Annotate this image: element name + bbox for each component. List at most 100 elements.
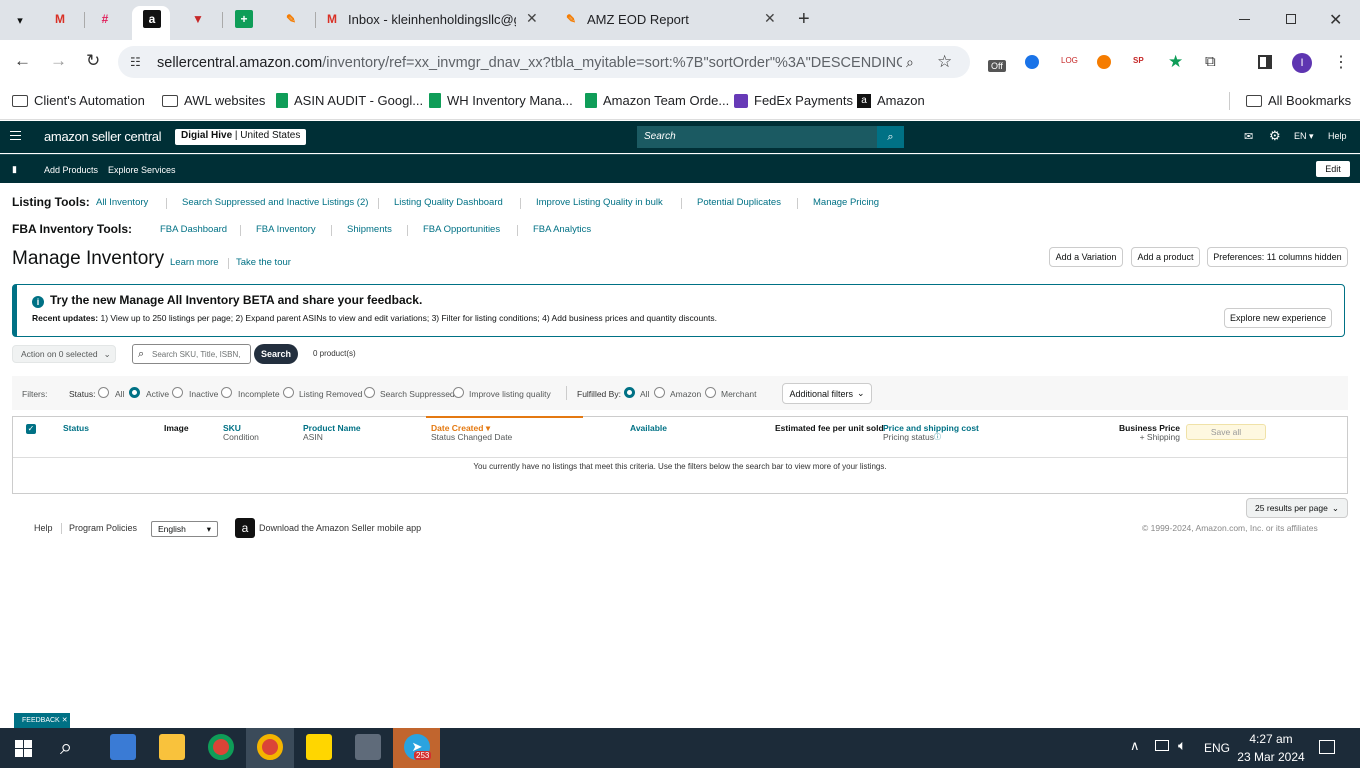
- star-extension-icon[interactable]: ★: [1168, 52, 1183, 72]
- col-sku[interactable]: SKU Condition: [223, 424, 259, 442]
- link-manage-pricing[interactable]: Manage Pricing: [813, 197, 879, 208]
- windows-start-icon[interactable]: [15, 740, 32, 757]
- learn-more-link[interactable]: Learn more: [170, 257, 219, 268]
- amazon-icon[interactable]: ✎: [562, 10, 580, 28]
- col-price[interactable]: Price and shipping cost Pricing statusⓘ: [883, 424, 979, 442]
- back-icon[interactable]: ←: [14, 51, 31, 71]
- volume-icon[interactable]: 🔈︎: [1178, 737, 1186, 754]
- footer-help-link[interactable]: Help: [34, 523, 53, 533]
- network-icon[interactable]: [1155, 740, 1169, 751]
- header-search-input[interactable]: Search: [637, 126, 879, 148]
- status-listing-removed-radio[interactable]: [283, 387, 294, 398]
- notifications-icon[interactable]: [1319, 740, 1335, 754]
- save-all-button[interactable]: Save all: [1186, 424, 1266, 440]
- nav-explore-services[interactable]: Explore Services: [108, 165, 176, 175]
- sku-search-input[interactable]: ⌕ Search SKU, Title, ISBN,: [132, 344, 251, 364]
- link-listing-quality[interactable]: Listing Quality Dashboard: [394, 197, 503, 208]
- puzzle-extensions-icon[interactable]: ⧉: [1205, 53, 1216, 70]
- status-active-radio[interactable]: [129, 387, 140, 398]
- search-icon[interactable]: ⌕: [877, 126, 904, 148]
- tab-title-inbox[interactable]: Inbox - kleinhenholdingsllc@gr: [348, 12, 516, 27]
- link-potential-duplicates[interactable]: Potential Duplicates: [697, 197, 781, 208]
- seller-central-logo[interactable]: amazon seller central: [44, 129, 162, 144]
- status-incomplete-radio[interactable]: [221, 387, 232, 398]
- fulfilled-merchant-radio[interactable]: [705, 387, 716, 398]
- minimize-icon[interactable]: [1239, 19, 1250, 20]
- results-per-page-select[interactable]: 25 results per page ⌄: [1246, 498, 1348, 518]
- profile-avatar[interactable]: I: [1292, 53, 1312, 73]
- amazon-app-icon[interactable]: a: [235, 518, 255, 538]
- bookmark-asin-audit[interactable]: ASIN AUDIT - Googl...: [276, 93, 423, 108]
- status-inactive-radio[interactable]: [172, 387, 183, 398]
- file-explorer-icon[interactable]: [159, 734, 185, 760]
- nav-add-products[interactable]: Add Products: [44, 165, 98, 175]
- col-date-created[interactable]: Date Created ▾ Status Changed Date: [431, 424, 512, 442]
- amazon-icon[interactable]: a: [143, 10, 161, 28]
- close-icon[interactable]: ✕: [764, 10, 776, 27]
- language-selector[interactable]: EN ▾: [1294, 131, 1314, 142]
- col-product-name[interactable]: Product Name ASIN: [303, 424, 361, 442]
- link-shipments[interactable]: Shipments: [347, 224, 392, 235]
- sticky-notes-icon[interactable]: [306, 734, 332, 760]
- link-fba-inventory[interactable]: FBA Inventory: [256, 224, 316, 235]
- show-hidden-icons[interactable]: ∧: [1130, 738, 1140, 754]
- all-bookmarks[interactable]: All Bookmarks: [1246, 93, 1351, 108]
- search-button[interactable]: Search: [254, 344, 298, 364]
- bookmark-amazon-team-orders[interactable]: Amazon Team Orde...: [585, 93, 729, 108]
- fulfilled-amazon-radio[interactable]: [654, 387, 665, 398]
- clock-time[interactable]: 4:27 am: [1239, 732, 1303, 746]
- action-select[interactable]: Action on 0 selected ⌄: [12, 345, 116, 363]
- status-all-radio[interactable]: [98, 387, 109, 398]
- desktop-app-icon[interactable]: [110, 734, 136, 760]
- col-status[interactable]: Status: [63, 424, 89, 433]
- extension-icon[interactable]: LOG: [1061, 56, 1078, 65]
- url-text[interactable]: sellercentral.amazon.com/inventory/ref=x…: [157, 55, 902, 71]
- reload-icon[interactable]: ↻: [86, 51, 100, 71]
- footer-app-link[interactable]: Download the Amazon Seller mobile app: [259, 523, 421, 533]
- additional-filters-button[interactable]: Additional filters ⌄: [782, 383, 872, 404]
- footer-language-select[interactable]: English ▾: [151, 521, 218, 537]
- fulfilled-all-radio[interactable]: [624, 387, 635, 398]
- app-icon[interactable]: ✎: [282, 10, 300, 28]
- tab-title-amz-eod[interactable]: AMZ EOD Report: [587, 12, 737, 27]
- bookmark-wh-inventory[interactable]: WH Inventory Mana...: [429, 93, 573, 108]
- site-info-icon[interactable]: ☷: [130, 55, 141, 69]
- add-product-button[interactable]: Add a product: [1131, 247, 1200, 267]
- tab-list-chevron-icon[interactable]: ▾: [10, 10, 30, 30]
- taskbar-search-icon[interactable]: ⌕: [60, 734, 72, 760]
- slack-icon[interactable]: #: [96, 10, 114, 28]
- link-all-inventory[interactable]: All Inventory: [96, 197, 148, 208]
- new-tab-icon[interactable]: +: [798, 8, 810, 31]
- extension-icon[interactable]: [1025, 55, 1039, 69]
- take-tour-link[interactable]: Take the tour: [236, 257, 291, 268]
- mail-icon[interactable]: ✉: [1244, 130, 1253, 143]
- store-switcher[interactable]: Digial Hive | United States: [175, 129, 307, 145]
- input-language[interactable]: ENG: [1204, 741, 1230, 755]
- window-close-icon[interactable]: ✕: [1329, 10, 1342, 30]
- link-fba-analytics[interactable]: FBA Analytics: [533, 224, 591, 235]
- restore-icon[interactable]: [1286, 14, 1296, 24]
- link-search-suppressed[interactable]: Search Suppressed and Inactive Listings …: [182, 197, 368, 208]
- close-icon[interactable]: ✕: [62, 717, 68, 724]
- extension-off-icon[interactable]: Off: [988, 60, 1006, 72]
- header-help-link[interactable]: Help: [1328, 131, 1347, 141]
- explore-new-experience-button[interactable]: Explore new experience: [1224, 308, 1332, 328]
- link-improve-listing[interactable]: Improve Listing Quality in bulk: [536, 197, 663, 208]
- chrome-icon[interactable]: [208, 734, 234, 760]
- chrome-profile-icon[interactable]: [257, 734, 283, 760]
- calculator-icon[interactable]: [355, 734, 381, 760]
- bookmark-clients-automation[interactable]: Client's Automation: [12, 93, 145, 108]
- bookmark-amazon[interactable]: a Amazon: [857, 93, 925, 108]
- info-icon[interactable]: ⓘ: [934, 434, 941, 441]
- menu-kebab-icon[interactable]: ⋮: [1333, 52, 1349, 72]
- v-icon[interactable]: ▼: [189, 10, 207, 28]
- feedback-button[interactable]: FEEDBACK ✕: [14, 713, 70, 728]
- settings-gear-icon[interactable]: ⚙: [1269, 128, 1281, 144]
- status-improve-quality-radio[interactable]: [453, 387, 464, 398]
- link-fba-opportunities[interactable]: FBA Opportunities: [423, 224, 500, 235]
- add-variation-button[interactable]: Add a Variation: [1049, 247, 1123, 267]
- close-icon[interactable]: ✕: [526, 10, 538, 27]
- sheets-icon[interactable]: +: [235, 10, 253, 28]
- footer-program-policies-link[interactable]: Program Policies: [69, 523, 137, 533]
- side-panel-icon[interactable]: [1258, 55, 1272, 69]
